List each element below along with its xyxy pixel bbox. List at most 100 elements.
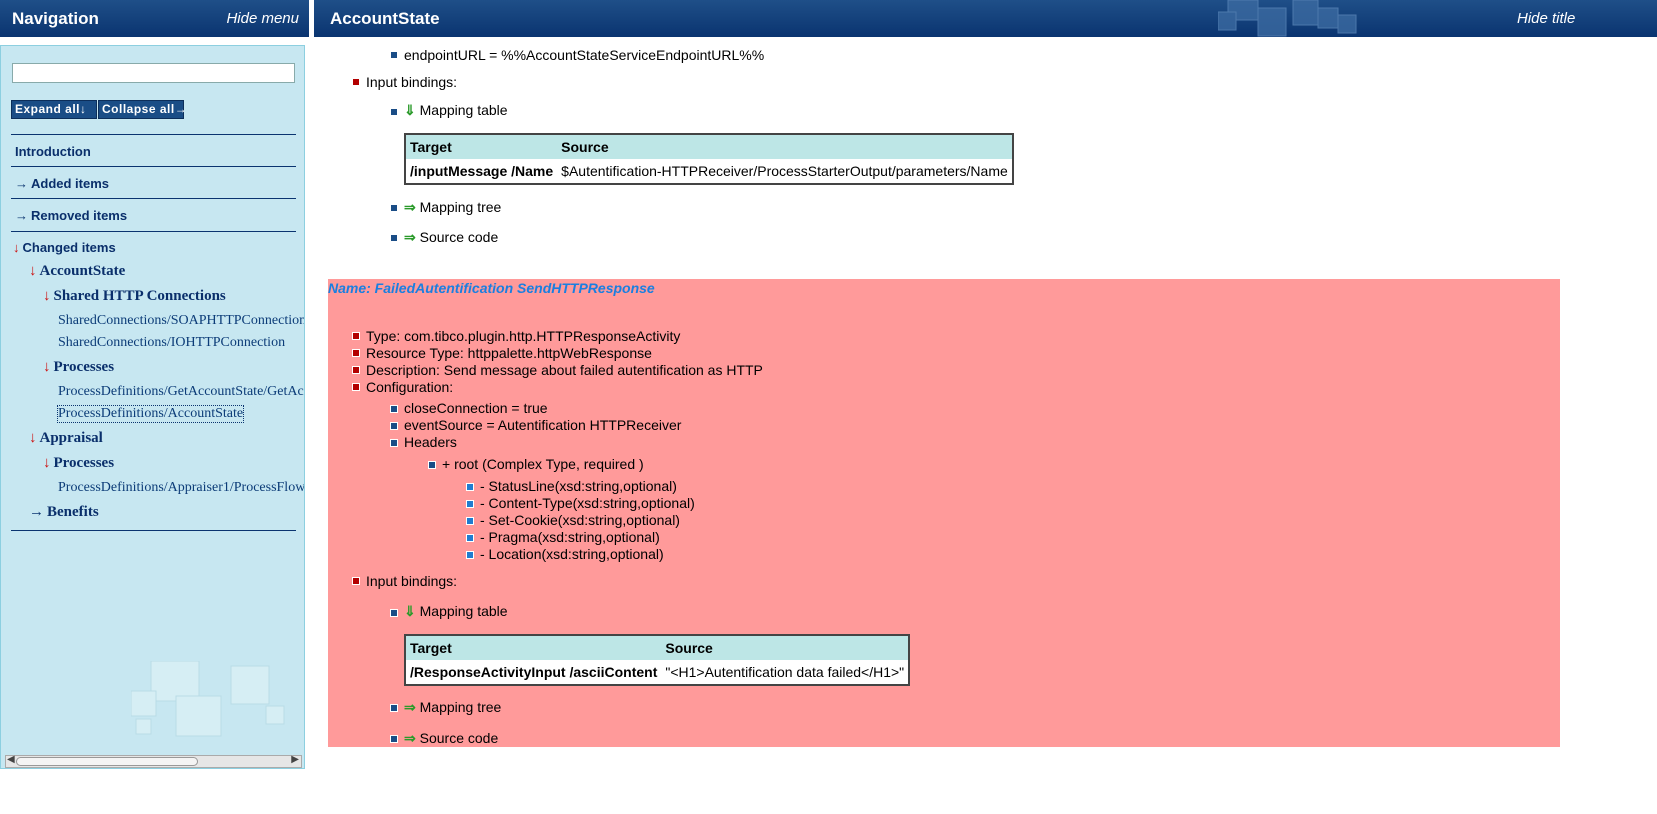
header-tiles-icon: [1218, 0, 1357, 37]
nav-accountstate[interactable]: ↓ AccountState: [29, 263, 125, 280]
field-pragma: - Pragma(xsd:string,optional): [480, 529, 660, 545]
input-bindings-label: Input bindings:: [366, 74, 458, 90]
arrow-down-icon: ⇓: [404, 102, 416, 118]
nav-soap-http-connection[interactable]: SharedConnections/SOAPHTTPConnection: [58, 313, 304, 329]
nav-benefits[interactable]: → Benefits: [29, 504, 99, 521]
bullet-icon: [466, 551, 474, 559]
divider: [11, 231, 296, 232]
source-code-toggle[interactable]: ⇒ Source code: [404, 730, 498, 747]
nav-added-items[interactable]: → Added items: [15, 176, 109, 191]
mapping-tree-toggle[interactable]: ⇒ Mapping tree: [404, 699, 501, 716]
collapse-all-button[interactable]: Collapse all→: [98, 100, 187, 119]
nav-shared-http-connections[interactable]: ↓ Shared HTTP Connections: [43, 288, 226, 305]
arrow-right-icon: →: [15, 176, 28, 191]
bullet-icon: [390, 609, 398, 617]
bullet-icon: [466, 483, 474, 491]
table-row: /ResponseActivityInput /asciiContent "<H…: [405, 660, 910, 685]
endpoint-url: endpointURL = %%AccountStateServiceEndpo…: [404, 47, 765, 63]
field-content-type: - Content-Type(xsd:string,optional): [480, 495, 695, 511]
page-title: AccountState: [330, 9, 440, 28]
arrow-down-icon: ↓: [43, 288, 51, 304]
bullet-icon: [466, 517, 474, 525]
sidebar-title: Navigation: [12, 9, 99, 28]
bullet-icon: [390, 51, 398, 59]
nav-get-account-state[interactable]: ProcessDefinitions/GetAccountState/GetAc…: [58, 384, 304, 400]
table-header: Source: [557, 134, 1013, 159]
mapping-table: Target Source /inputMessage /Name $Auten…: [404, 133, 1014, 185]
bullet-icon: [428, 461, 436, 469]
close-connection: closeConnection = true: [404, 400, 548, 416]
arrow-right-icon: →: [15, 208, 28, 223]
table-cell: /ResponseActivityInput /asciiContent: [405, 660, 662, 685]
nav-processes[interactable]: ↓ Processes: [43, 359, 114, 376]
bullet-icon: [390, 204, 398, 212]
configuration-label: Configuration:: [366, 379, 454, 395]
arrow-right-icon: ⇒: [404, 730, 416, 746]
nav-changed-items[interactable]: ↓ Changed items: [13, 240, 116, 255]
root-node: + root (Complex Type, required ): [442, 456, 644, 472]
mapping-tree-toggle[interactable]: ⇒ Mapping tree: [404, 199, 501, 216]
bullet-icon: [352, 383, 360, 391]
sidebar: Expand all↓ Collapse all→ Introduction →…: [0, 45, 305, 769]
table-cell: $Autentification-HTTPReceiver/ProcessSta…: [557, 159, 1013, 184]
description: Description: Send message about failed a…: [366, 362, 763, 378]
scroll-right-icon[interactable]: ▶: [291, 754, 299, 765]
resource-type: Resource Type: httppalette.httpWebRespon…: [366, 345, 652, 361]
search-input[interactable]: [12, 63, 295, 83]
nav-appraisal-processes[interactable]: ↓ Processes: [43, 455, 114, 472]
activity-type: Type: com.tibco.plugin.http.HTTPResponse…: [366, 328, 681, 344]
hide-menu-link[interactable]: Hide menu: [226, 10, 299, 27]
expand-all-button[interactable]: Expand all↓: [11, 100, 97, 119]
field-status-line: - StatusLine(xsd:string,optional): [480, 478, 677, 494]
bullet-icon: [390, 422, 398, 430]
source-code-toggle[interactable]: ⇒ Source code: [404, 229, 498, 246]
table-header: Target: [405, 635, 662, 660]
failed-activity-panel: Name: FailedAutentification SendHTTPResp…: [328, 279, 1560, 747]
bullet-icon: [390, 108, 398, 116]
table-header: Target: [405, 134, 558, 159]
mapping-table: Target Source /ResponseActivityInput /as…: [404, 634, 911, 686]
arrow-right-icon: ⇒: [404, 699, 416, 715]
bullet-icon: [466, 500, 474, 508]
mapping-table-toggle[interactable]: ⇓ Mapping table: [404, 102, 508, 119]
bullet-icon: [352, 332, 360, 340]
input-bindings-label: Input bindings:: [366, 573, 458, 589]
activity-name: Name: FailedAutentification SendHTTPResp…: [328, 280, 655, 296]
arrow-down-icon: ↓: [43, 359, 51, 375]
arrow-right-icon: ⇒: [404, 199, 416, 215]
horizontal-scrollbar[interactable]: ◀ ▶: [5, 754, 302, 768]
event-source: eventSource = Autentification HTTPReceiv…: [404, 417, 682, 433]
nav-removed-items[interactable]: → Removed items: [15, 208, 127, 223]
hide-title-link[interactable]: Hide title: [1517, 10, 1575, 27]
scroll-left-icon[interactable]: ◀: [7, 754, 15, 765]
bullet-icon: [390, 704, 398, 712]
table-cell: /inputMessage /Name: [405, 159, 558, 184]
arrow-down-icon: ↓: [13, 240, 20, 255]
bullet-icon: [352, 78, 360, 86]
divider: [11, 134, 296, 135]
scrollbar-thumb[interactable]: [16, 757, 198, 766]
arrow-down-icon: ↓: [29, 430, 37, 446]
main-content: endpointURL = %%AccountStateServiceEndpo…: [314, 37, 1657, 814]
arrow-right-icon: ⇒: [404, 229, 416, 245]
table-row: /inputMessage /Name $Autentification-HTT…: [405, 159, 1013, 184]
bullet-icon: [390, 439, 398, 447]
field-set-cookie: - Set-Cookie(xsd:string,optional): [480, 512, 680, 528]
divider: [11, 530, 296, 531]
headers-label: Headers: [404, 434, 457, 450]
decorative-tiles-icon: [131, 661, 285, 737]
nav-account-state-process[interactable]: ProcessDefinitions/AccountState: [56, 405, 245, 423]
mapping-table-toggle[interactable]: ⇓ Mapping table: [404, 603, 508, 620]
bullet-icon: [390, 234, 398, 242]
nav-appraiser-process[interactable]: ProcessDefinitions/Appraiser1/ProcessFlo…: [58, 480, 304, 496]
nav-introduction[interactable]: Introduction: [15, 144, 91, 159]
bullet-icon: [352, 349, 360, 357]
divider: [11, 198, 296, 199]
nav-appraisal[interactable]: ↓ Appraisal: [29, 430, 103, 447]
bullet-icon: [390, 735, 398, 743]
bullet-icon: [390, 405, 398, 413]
main-header: AccountState Hide title: [314, 0, 1657, 37]
divider: [11, 166, 296, 167]
arrow-down-icon: ↓: [29, 263, 37, 279]
nav-io-http-connection[interactable]: SharedConnections/IOHTTPConnection: [58, 335, 285, 351]
